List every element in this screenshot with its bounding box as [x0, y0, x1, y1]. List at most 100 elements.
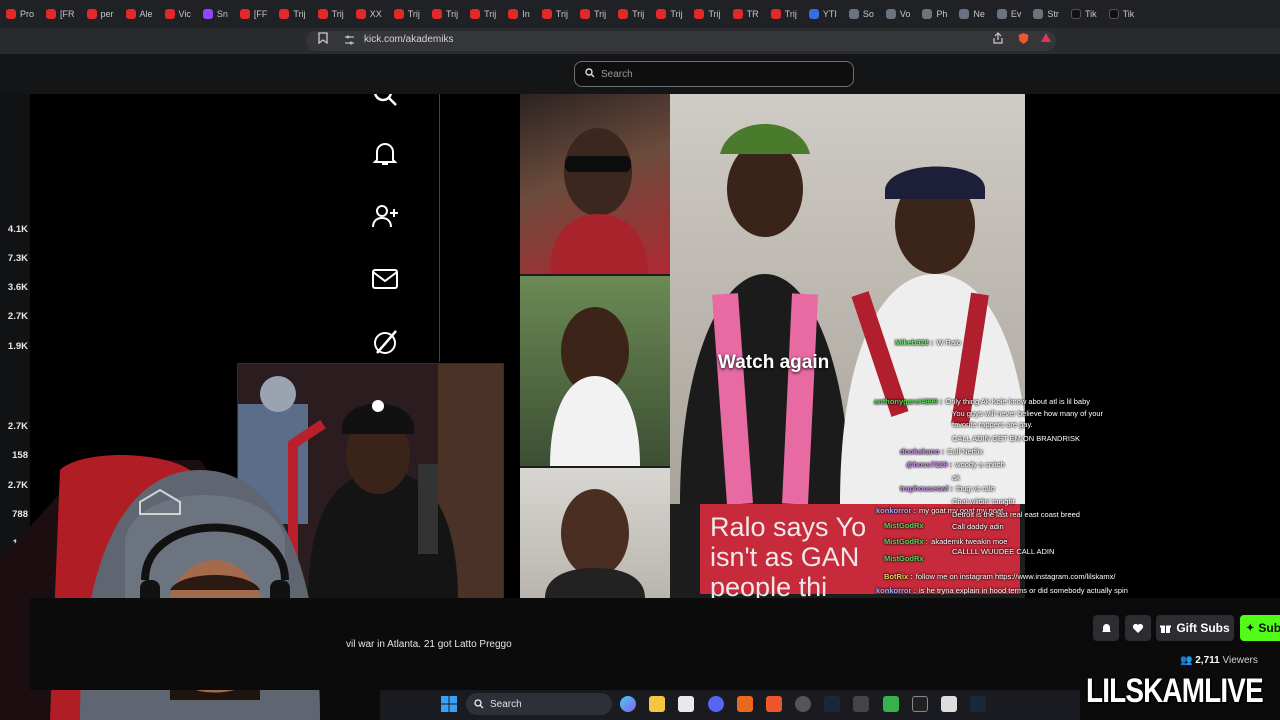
browser-tab-label: Tik — [1122, 9, 1135, 19]
chat-username[interactable]: @boss7229 : — [906, 460, 952, 469]
chat-message: favorite rappers are gay. — [952, 420, 1033, 429]
browser-tab[interactable]: Ph — [916, 0, 953, 28]
discord-icon[interactable] — [708, 696, 724, 712]
browser-tab[interactable]: Pro — [0, 0, 40, 28]
browser-tab[interactable]: In — [502, 0, 536, 28]
taskbar-search-label: Search — [490, 698, 522, 710]
browser-tab-label: Tik — [1084, 9, 1097, 19]
youtube-icon — [541, 9, 552, 19]
browser-tab[interactable]: Ale — [120, 0, 159, 28]
browser-tab[interactable]: Trij — [273, 0, 311, 28]
chat-username[interactable]: anthonygarci4899 : — [874, 397, 942, 406]
steam-icon[interactable] — [824, 696, 840, 712]
chat-username[interactable]: dookakano : — [900, 447, 944, 456]
chat-text: woody a snitch — [955, 460, 1005, 469]
browser-tab[interactable]: Ev — [991, 0, 1028, 28]
browser-tab[interactable]: Trij — [312, 0, 350, 28]
browser-tab[interactable]: Trij — [765, 0, 803, 28]
viewers-icon: 👥 — [1180, 655, 1193, 666]
sidebar-channel-viewers[interactable]: 1.9K — [0, 341, 28, 352]
steam-icon[interactable] — [970, 696, 986, 712]
follow-heart-button[interactable] — [1125, 615, 1151, 641]
youtube-icon — [770, 9, 781, 19]
youtube-icon — [164, 9, 175, 19]
file-explorer-icon[interactable] — [649, 696, 665, 712]
browser-tab[interactable]: [FR — [40, 0, 81, 28]
chat-message: konkorror : is he tryna explain in hood t… — [876, 586, 1128, 595]
chat-username[interactable]: MistGodRx : — [884, 537, 928, 546]
twitter-notifications-icon — [372, 143, 398, 165]
browser-tab[interactable]: Vo — [880, 0, 917, 28]
browser-tab[interactable]: Tik — [1065, 0, 1103, 28]
browser-tab[interactable]: YTI — [803, 0, 843, 28]
browser-tab[interactable]: Trij — [574, 0, 612, 28]
chat-username[interactable]: BotRix : — [884, 572, 913, 581]
chat-text: favorite rappers are gay. — [952, 420, 1033, 429]
browser-tab-strip: Pro [FR per Ale Vic Sn [FF Trij Trij XX Trij Trij Tr… — [0, 0, 1280, 28]
search-bar[interactable] — [574, 61, 854, 87]
browser-tab[interactable]: Tik — [1103, 0, 1141, 28]
sidebar-channel-viewers[interactable]: 4.1K — [0, 224, 28, 235]
chat-username[interactable]: traphouseswl : — [900, 484, 953, 493]
browser-tab[interactable]: Trij — [650, 0, 688, 28]
browser-tab[interactable]: Trij — [464, 0, 502, 28]
gift-subs-button[interactable]: Gift Subs — [1156, 615, 1234, 641]
chat-username[interactable]: Mikeb928 : — [895, 338, 933, 347]
browser-tab-label: Trij — [593, 9, 607, 19]
browser-tab-label: [FF — [253, 9, 268, 19]
browser-tab-label: So — [862, 9, 874, 19]
app-icon[interactable] — [883, 696, 899, 712]
browser-tab-label: Sn — [216, 9, 228, 19]
chat-username[interactable]: MistGodRx — [884, 521, 924, 530]
firefox-icon[interactable] — [737, 696, 753, 712]
copilot-icon[interactable] — [620, 696, 636, 712]
browser-tab[interactable]: Trij — [536, 0, 574, 28]
taskbar-search[interactable]: Search — [466, 693, 612, 715]
brave-icon[interactable] — [766, 696, 782, 712]
brave-rewards-icon[interactable] — [1040, 32, 1052, 46]
browser-tab[interactable]: Str — [1027, 0, 1065, 28]
chat-text: Only thing Ak Kole know about atl is lil… — [945, 397, 1091, 406]
obs-icon[interactable] — [795, 696, 811, 712]
chat-text: Call daddy adin — [952, 522, 1004, 531]
browser-tab[interactable]: [FF — [234, 0, 274, 28]
sidebar-channel-viewers[interactable]: 3.6K — [0, 282, 28, 293]
site-settings-icon[interactable] — [344, 34, 355, 48]
browser-tab[interactable]: Ne — [953, 0, 991, 28]
browser-tab[interactable]: So — [843, 0, 880, 28]
watch-again-label[interactable]: Watch again — [718, 352, 829, 374]
subscribe-button[interactable]: ✦ Sub — [1240, 615, 1280, 641]
store-icon[interactable] — [678, 696, 694, 712]
stream-title: vil war in Atlanta. 21 got Latto Preggo — [346, 639, 512, 650]
browser-tab[interactable]: Trij — [426, 0, 464, 28]
app-icon[interactable] — [912, 696, 928, 712]
chat-message: MistGodRx : akademik tweakin moe — [884, 537, 1007, 546]
search-input[interactable] — [601, 68, 841, 80]
youtube-icon — [656, 9, 667, 19]
sidebar-channel-viewers[interactable]: 2.7K — [0, 311, 28, 322]
brave-shield-icon[interactable] — [1017, 32, 1030, 48]
sidebar-channel-viewers[interactable]: 7.3K — [0, 253, 28, 264]
app-icon[interactable] — [853, 696, 869, 712]
browser-tab[interactable]: XX — [350, 0, 388, 28]
browser-tab[interactable]: Vic — [159, 0, 197, 28]
browser-tab[interactable]: Sn — [197, 0, 234, 28]
chat-username[interactable]: MistGodRx — [884, 554, 924, 563]
browser-tab[interactable]: per — [81, 0, 120, 28]
twitter-divider — [439, 94, 440, 362]
browser-tab[interactable]: Trij — [688, 0, 726, 28]
chat-username[interactable]: konkorror : — [876, 506, 916, 515]
windows-start-icon[interactable] — [441, 696, 457, 712]
app-icon[interactable] — [941, 696, 957, 712]
url-text[interactable]: kick.com/akademiks — [364, 34, 453, 45]
browser-tab[interactable]: Trij — [388, 0, 426, 28]
notifications-bell-button[interactable] — [1093, 615, 1119, 641]
youtube-icon — [694, 9, 705, 19]
share-icon[interactable] — [992, 32, 1004, 47]
chat-username[interactable]: konkorror : — [876, 586, 916, 595]
browser-tab[interactable]: Trij — [612, 0, 650, 28]
browser-tab[interactable]: TR — [727, 0, 765, 28]
bookmark-icon[interactable] — [318, 32, 328, 47]
chat-message: ak — [952, 473, 960, 482]
browser-tab-label: XX — [369, 9, 382, 19]
